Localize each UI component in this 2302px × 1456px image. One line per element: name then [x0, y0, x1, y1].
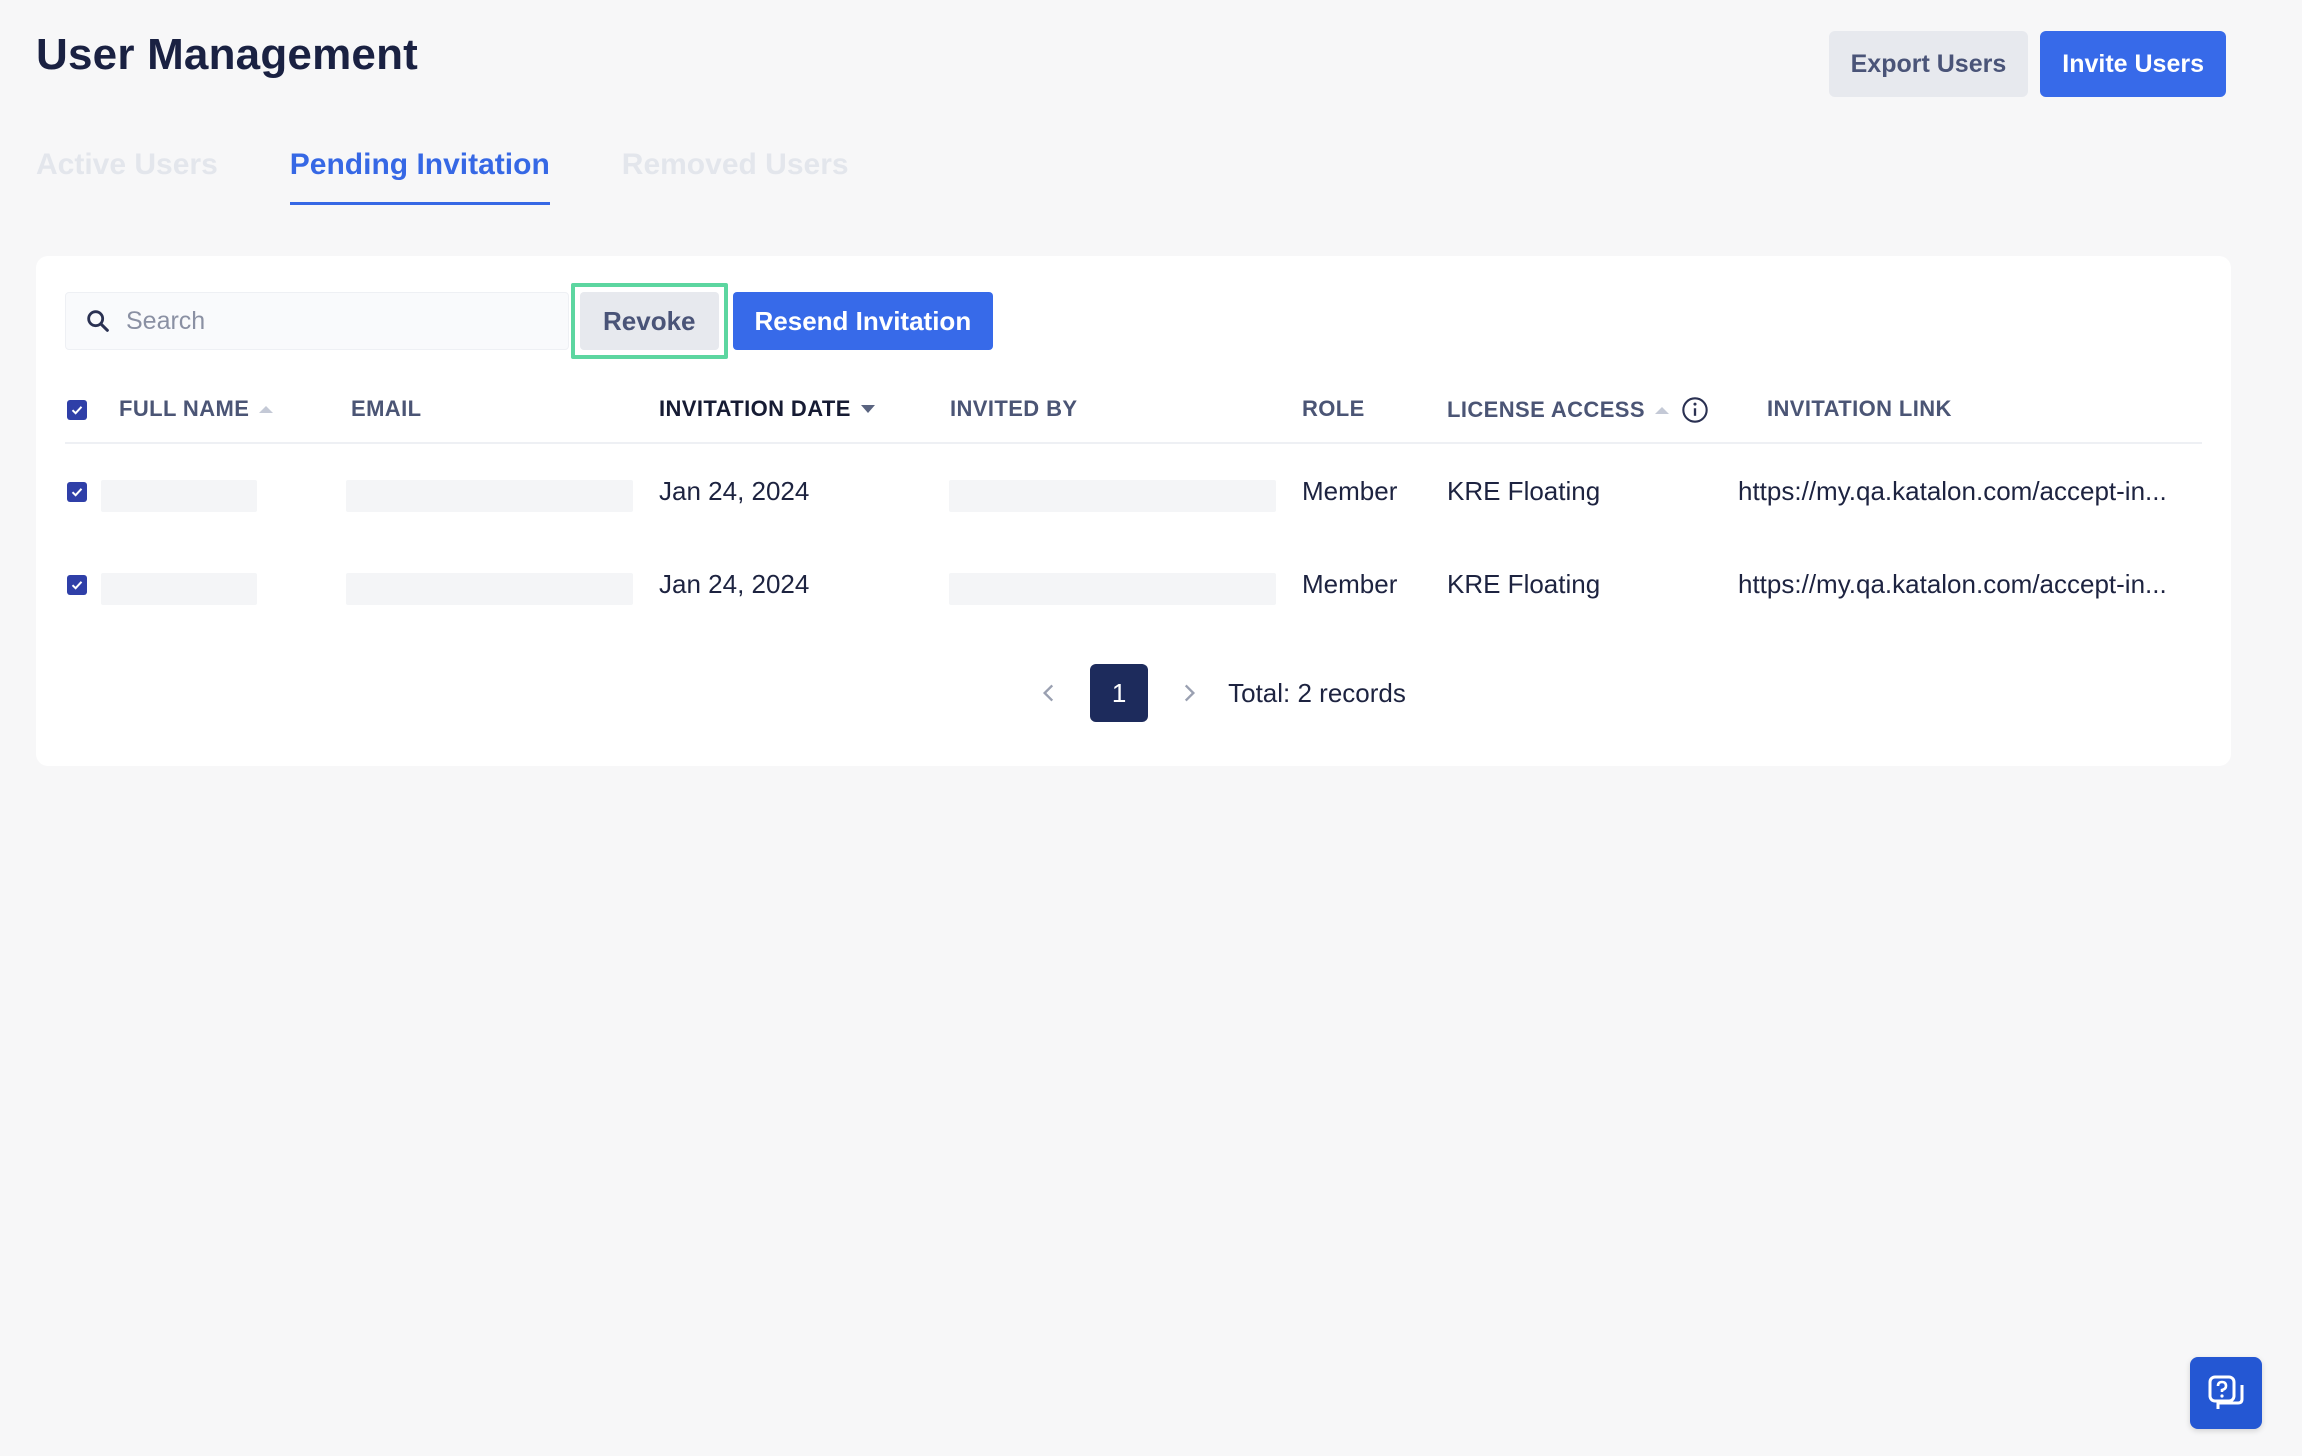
column-invitation-link-label: INVITATION LINK [1767, 396, 1952, 421]
help-chat-icon [2208, 1375, 2244, 1409]
invite-users-button[interactable]: Invite Users [2040, 31, 2226, 97]
invitation-date-cell: Jan 24, 2024 [659, 476, 810, 506]
export-users-button[interactable]: Export Users [1828, 31, 2029, 97]
email-redacted [346, 573, 633, 605]
invited-by-redacted [949, 573, 1276, 605]
chevron-left-icon[interactable] [1036, 680, 1062, 706]
invitation-link-cell[interactable]: https://my.qa.katalon.com/accept-in... [1738, 569, 2167, 600]
license-access-cell: KRE Floating [1447, 569, 1601, 599]
table-header: FULL NAME EMAIL INVITATION DATE INVITED … [65, 378, 2202, 444]
table-row: Jan 24, 2024 Member KRE Floating https:/… [65, 444, 2202, 537]
column-role: ROLE [1302, 396, 1365, 422]
check-icon [71, 406, 83, 415]
search-icon [87, 310, 109, 332]
header-actions: Export Users Invite Users [1828, 31, 2226, 97]
column-role-label: ROLE [1302, 396, 1365, 421]
column-invited-by: INVITED BY [950, 396, 1077, 422]
column-full-name-label: FULL NAME [119, 396, 250, 421]
resend-invitation-button[interactable]: Resend Invitation [732, 292, 994, 350]
role-cell: Member [1302, 569, 1398, 599]
toolbar: Revoke Resend Invitation [65, 283, 994, 359]
column-email-label: EMAIL [351, 396, 422, 421]
pagination-controls: 1 Total: 2 records [1036, 664, 1406, 722]
column-license-access-label: LICENSE ACCESS [1447, 397, 1645, 422]
revoke-highlight: Revoke [571, 283, 728, 359]
search-input[interactable] [126, 306, 526, 336]
sort-asc-icon [1654, 406, 1669, 414]
tab-pending-invitation[interactable]: Pending Invitation [289, 148, 550, 205]
column-full-name[interactable]: FULL NAME [119, 396, 274, 422]
page: User Management Export Users Invite User… [0, 0, 2302, 1456]
email-redacted [346, 480, 633, 512]
sort-asc-icon [259, 405, 274, 413]
invitations-card: Revoke Resend Invitation FULL NAME EMAIL… [36, 256, 2231, 766]
tab-bar: Active Users Pending Invitation Removed … [36, 148, 849, 205]
invitations-table: FULL NAME EMAIL INVITATION DATE INVITED … [65, 378, 2202, 630]
pagination: 1 Total: 2 records [36, 664, 2231, 722]
invitation-date-cell: Jan 24, 2024 [659, 569, 810, 599]
invitation-link-cell[interactable]: https://my.qa.katalon.com/accept-in... [1738, 476, 2167, 507]
license-access-cell: KRE Floating [1447, 476, 1601, 506]
row-checkbox[interactable] [67, 482, 87, 502]
full-name-redacted [101, 480, 257, 512]
column-email: EMAIL [351, 396, 421, 422]
page-title: User Management [36, 30, 419, 79]
chevron-right-icon[interactable] [1176, 680, 1202, 706]
column-invited-by-label: INVITED BY [950, 396, 1078, 421]
column-invitation-link: INVITATION LINK [1767, 396, 1952, 422]
search-box[interactable] [65, 292, 569, 350]
total-records: Total: 2 records [1228, 677, 1406, 708]
revoke-button[interactable]: Revoke [580, 292, 719, 350]
sort-desc-icon [860, 405, 875, 413]
full-name-redacted [101, 573, 257, 605]
table-row: Jan 24, 2024 Member KRE Floating https:/… [65, 537, 2202, 630]
column-invitation-date[interactable]: INVITATION DATE [659, 396, 875, 422]
help-chat-button[interactable] [2190, 1357, 2262, 1429]
page-button-current[interactable]: 1 [1090, 664, 1149, 722]
check-icon [71, 581, 83, 590]
invited-by-redacted [949, 480, 1276, 512]
tab-removed-users[interactable]: Removed Users [622, 148, 849, 205]
row-checkbox[interactable] [67, 575, 87, 595]
role-cell: Member [1302, 476, 1398, 506]
tab-active-users[interactable]: Active Users [36, 148, 218, 205]
column-invitation-date-label: INVITATION DATE [659, 396, 851, 421]
info-icon[interactable] [1681, 396, 1709, 424]
check-icon [71, 488, 83, 497]
column-license-access[interactable]: LICENSE ACCESS [1447, 396, 1709, 424]
select-all-checkbox[interactable] [67, 400, 87, 420]
